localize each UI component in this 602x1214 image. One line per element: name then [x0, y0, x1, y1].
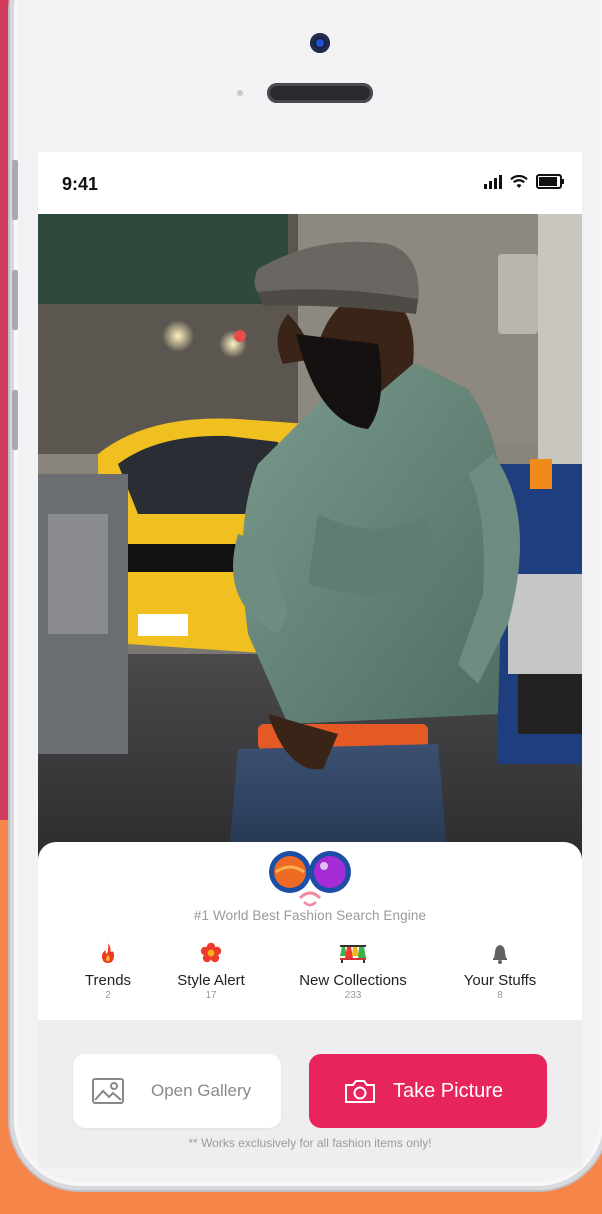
info-sheet: #1 World Best Fashion Search Engine Tren…: [38, 842, 582, 1022]
status-time: 9:41: [62, 174, 99, 194]
disclaimer-text: ** Works exclusively for all fashion ite…: [188, 1136, 432, 1150]
status-bar: 9:41: [38, 152, 582, 214]
camera-icon: [345, 1080, 375, 1103]
flame-icon: [102, 943, 114, 963]
clothes-rack-icon: [340, 945, 366, 963]
bell-icon: [493, 945, 507, 964]
open-gallery-label: Open Gallery: [151, 1081, 252, 1100]
camera-preview[interactable]: A: [38, 214, 582, 864]
feature-count: 17: [205, 990, 217, 1001]
feature-count: 233: [344, 990, 362, 1001]
front-camera: [310, 33, 330, 53]
background-pink-strip: [0, 0, 10, 820]
feature-style-alert[interactable]: Style Alert 17: [166, 940, 256, 1001]
feature-new-collections[interactable]: New Collections 233: [288, 940, 418, 1001]
phone-side-button: [12, 390, 18, 450]
status-icons: [484, 174, 564, 189]
wifi-icon: [510, 174, 528, 188]
app-tagline: #1 World Best Fashion Search Engine: [193, 908, 427, 923]
feature-your-stuffs[interactable]: Your Stuffs 8: [450, 940, 550, 1001]
street-scene-image: [38, 214, 582, 864]
cellular-signal-icon: [484, 174, 502, 189]
image-icon: [92, 1078, 124, 1104]
feature-count: 8: [497, 990, 503, 1001]
app-logo: [269, 851, 351, 907]
feature-label: Style Alert: [177, 972, 245, 989]
app-screen: 9:41 #1 World Best Fashion Search Engine…: [38, 152, 582, 1168]
battery-icon: [536, 174, 564, 189]
take-picture-label: Take Picture: [393, 1079, 504, 1102]
take-picture-button[interactable]: Take Picture: [309, 1054, 547, 1128]
feature-label: Your Stuffs: [463, 972, 537, 989]
feature-trends[interactable]: Trends 2: [78, 940, 138, 1001]
action-area: Open Gallery Take Picture ** Works exclu…: [38, 1020, 582, 1168]
proximity-sensor: [237, 90, 243, 96]
phone-side-button: [12, 160, 18, 220]
earpiece-speaker: [267, 83, 373, 103]
flower-icon: [200, 942, 222, 963]
phone-side-button: [12, 270, 18, 330]
open-gallery-button[interactable]: Open Gallery: [73, 1054, 281, 1128]
feature-count: 2: [105, 990, 111, 1001]
feature-bar: Trends 2 Style Alert 17 New Collections …: [38, 940, 582, 1020]
feature-label: New Collections: [299, 972, 407, 989]
feature-label: Trends: [84, 972, 132, 989]
